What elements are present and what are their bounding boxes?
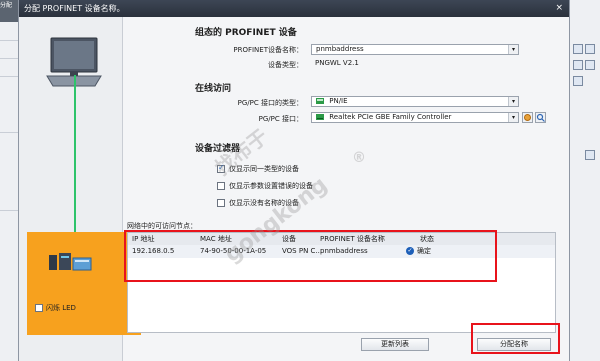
background-tab: 分配	[0, 0, 18, 22]
assign-name-dialog: 分配 PROFINET 设备名称。 × 闪烁 LED 组态的 PROFINET …	[18, 0, 570, 361]
divider	[0, 132, 18, 133]
watermark-registered: ®	[352, 150, 366, 166]
device-icon	[49, 253, 92, 271]
background-left-pane: 分配	[0, 0, 19, 361]
device-name-value: pnmbaddress	[316, 45, 364, 53]
toolbar-icon	[573, 76, 583, 86]
dialog-titlebar: 分配 PROFINET 设备名称。 ×	[19, 0, 569, 17]
divider	[0, 76, 18, 77]
close-icon[interactable]: ×	[555, 0, 563, 17]
configured-device-heading: 组态的 PROFINET 设备	[195, 28, 297, 38]
flash-led-checkbox[interactable]	[35, 304, 43, 312]
toolbar-icon	[573, 44, 583, 54]
update-list-button[interactable]: 更新列表	[361, 338, 429, 351]
toolbar-icon	[585, 60, 595, 70]
chevron-down-icon[interactable]: ▾	[508, 45, 518, 54]
chevron-down-icon[interactable]: ▾	[508, 97, 518, 106]
highlight-table-row	[124, 230, 497, 282]
divider	[0, 210, 18, 211]
device-name-field[interactable]: pnmbaddress ▾	[311, 44, 519, 55]
device-type-value: PNGWL V2.1	[315, 59, 359, 67]
diagnostics-icon[interactable]	[535, 112, 546, 123]
properties-icon[interactable]	[522, 112, 533, 123]
interface-value: Realtek PCIe GBE Family Controller	[329, 113, 452, 121]
highlight-assign-button	[471, 323, 560, 354]
device-type-label: 设备类型：	[268, 61, 303, 69]
toolbar-icon	[585, 150, 595, 160]
toolbar-icon	[585, 44, 595, 54]
divider	[0, 58, 18, 59]
device-type-field: PNGWL V2.1	[311, 59, 519, 70]
online-access-heading: 在线访问	[195, 84, 232, 94]
filter-checkbox[interactable]	[217, 182, 225, 190]
background-right-pane	[568, 0, 600, 361]
flash-led-label: 闪烁 LED	[46, 304, 76, 312]
network-icon	[316, 98, 324, 104]
interface-type-value: PN/IE	[329, 97, 348, 105]
interface-label: PG/PC 接口：	[258, 115, 303, 123]
interface-type-label: PG/PC 接口的类型：	[237, 99, 303, 107]
flash-led-option[interactable]: 闪烁 LED	[35, 303, 76, 313]
filter-checkbox[interactable]	[217, 199, 225, 207]
divider	[0, 40, 18, 41]
interface-type-select[interactable]: PN/IE ▾	[311, 96, 519, 107]
device-name-label: PROFINET设备名称：	[233, 46, 303, 54]
dialog-title: 分配 PROFINET 设备名称。	[24, 4, 125, 13]
chevron-down-icon[interactable]: ▾	[508, 113, 518, 122]
network-card-icon	[316, 114, 324, 120]
toolbar-icon	[573, 60, 583, 70]
interface-select[interactable]: Realtek PCIe GBE Family Controller ▾	[311, 112, 519, 123]
